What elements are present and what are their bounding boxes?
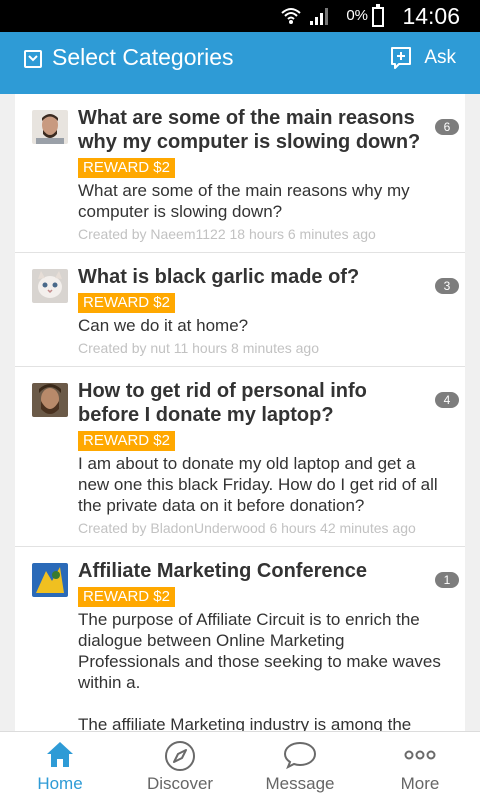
reward-badge: REWARD $2 <box>78 431 175 451</box>
select-categories-button[interactable]: Select Categories <box>24 44 234 71</box>
status-bar: 0% 14:06 <box>0 0 480 32</box>
question-title[interactable]: Affiliate Marketing Conference <box>78 559 429 583</box>
chat-bubble-icon <box>283 741 317 770</box>
question-body: The purpose of Affiliate Circuit is to e… <box>78 610 441 731</box>
question-meta: Created by BladonUnderwood 6 hours 42 mi… <box>78 520 416 536</box>
status-icons <box>280 6 330 26</box>
avatar <box>32 563 68 597</box>
question-meta: Created by Naeem1122 18 hours 6 minutes … <box>78 226 376 242</box>
app-bar: Select Categories Ask <box>0 32 480 94</box>
battery-percent: 0% <box>346 7 368 24</box>
nav-discover[interactable]: Discover <box>120 732 240 801</box>
nav-label-home: Home <box>37 774 83 793</box>
more-dots-icon <box>404 750 436 760</box>
page-title: Select Categories <box>52 44 234 70</box>
answer-count-badge: 1 <box>435 572 459 588</box>
nav-label-discover: Discover <box>146 774 214 793</box>
question-meta: Created by nut 11 hours 8 minutes ago <box>78 340 320 356</box>
answer-count-badge: 4 <box>435 392 459 408</box>
battery-icon <box>372 4 384 27</box>
reward-badge: REWARD $2 <box>78 587 175 607</box>
chevron-down-icon <box>24 49 42 68</box>
wifi-icon <box>281 8 301 24</box>
question-item[interactable]: What are some of the main reasons why my… <box>15 94 465 253</box>
question-item[interactable]: Affiliate Marketing Conference REWARD $2… <box>15 547 465 731</box>
answer-count-badge: 6 <box>435 119 459 135</box>
question-body: What are some of the main reasons why my… <box>78 181 415 221</box>
question-title[interactable]: What are some of the main reasons why my… <box>78 106 429 154</box>
compass-icon <box>165 741 195 771</box>
ask-button[interactable]: Ask <box>390 46 456 70</box>
nav-label-more: More <box>400 774 440 793</box>
question-body: I am about to donate my old laptop and g… <box>78 454 443 515</box>
bottom-nav: Home Discover Message More <box>0 731 480 801</box>
avatar <box>32 269 68 303</box>
ask-label: Ask <box>424 47 456 68</box>
avatar <box>32 383 68 417</box>
ask-plus-icon <box>391 47 412 69</box>
question-item[interactable]: What is black garlic made of? REWARD $2 … <box>15 253 465 367</box>
nav-home[interactable]: Home <box>0 732 120 801</box>
status-time: 14:06 <box>402 3 460 29</box>
nav-message[interactable]: Message <box>240 732 360 801</box>
nav-more[interactable]: More <box>360 732 480 801</box>
avatar <box>32 110 68 144</box>
question-title[interactable]: What is black garlic made of? <box>78 265 429 289</box>
nav-label-message: Message <box>265 774 335 793</box>
question-title[interactable]: How to get rid of personal info before I… <box>78 379 429 427</box>
answer-count-badge: 3 <box>435 278 459 294</box>
question-item[interactable]: How to get rid of personal info before I… <box>15 367 465 547</box>
signal-icon <box>310 8 328 25</box>
reward-badge: REWARD $2 <box>78 158 175 178</box>
question-body: Can we do it at home? <box>78 316 249 335</box>
home-icon <box>47 742 73 767</box>
question-list[interactable]: What are some of the main reasons why my… <box>15 94 465 731</box>
reward-badge: REWARD $2 <box>78 293 175 313</box>
